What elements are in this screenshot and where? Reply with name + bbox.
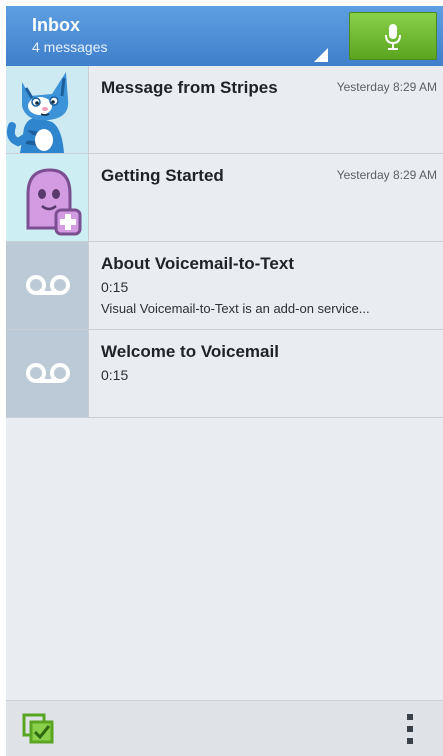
message-list: Message from Stripes Yesterday 8:29 AM G…	[6, 66, 443, 418]
message-row-stripes[interactable]: Message from Stripes Yesterday 8:29 AM	[6, 66, 443, 154]
message-title: Message from Stripes	[101, 78, 278, 97]
cat-avatar	[6, 66, 89, 153]
voicemail-avatar	[6, 242, 89, 329]
header-title: Inbox	[32, 15, 80, 35]
record-greeting-button[interactable]	[349, 12, 437, 60]
ghost-plus-icon	[26, 168, 82, 236]
dropdown-indicator-icon	[314, 48, 328, 62]
voicemail-screen: Inbox 4 messages Message from Stripes Ye…	[6, 6, 443, 756]
voicemail-icon	[26, 363, 70, 383]
message-row-getting-started[interactable]: Getting Started Yesterday 8:29 AM	[6, 154, 443, 242]
microphone-icon	[385, 24, 401, 50]
message-duration: 0:15	[101, 279, 129, 295]
message-duration: 0:15	[101, 367, 129, 383]
message-time: Yesterday 8:29 AM	[336, 168, 437, 182]
more-options-button[interactable]	[398, 711, 422, 747]
message-row-about-voicemail-to-text[interactable]: About Voicemail-to-Text 0:15 Visual Voic…	[6, 242, 443, 330]
voicemail-avatar	[6, 330, 89, 417]
message-preview: Visual Voicemail-to-Text is an add-on se…	[101, 301, 370, 316]
message-title: Welcome to Voicemail	[101, 342, 279, 361]
message-time: Yesterday 8:29 AM	[336, 80, 437, 94]
app-header: Inbox 4 messages	[6, 6, 443, 66]
add-contact-avatar	[6, 154, 89, 241]
voicemail-icon	[26, 275, 70, 295]
message-title: Getting Started	[101, 166, 224, 185]
cat-avatar-image	[6, 72, 69, 153]
select-all-icon	[22, 713, 54, 744]
more-options-icon	[407, 714, 413, 744]
bottom-action-bar	[6, 700, 443, 756]
message-row-welcome-to-voicemail[interactable]: Welcome to Voicemail 0:15	[6, 330, 443, 418]
message-title: About Voicemail-to-Text	[101, 254, 294, 273]
message-count: 4 messages	[32, 39, 108, 55]
select-messages-button[interactable]	[22, 713, 56, 745]
inbox-dropdown[interactable]: Inbox 4 messages	[6, 6, 336, 66]
